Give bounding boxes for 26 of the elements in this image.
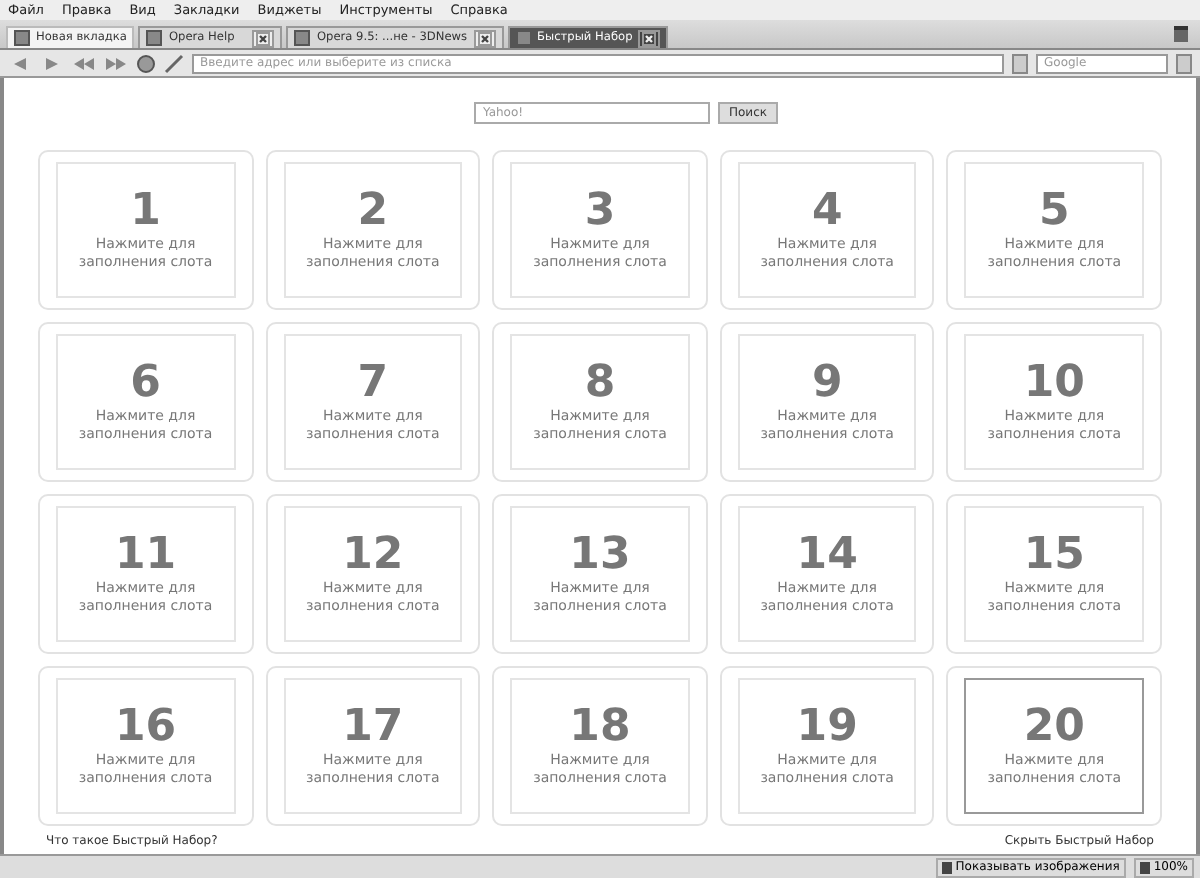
close-icon[interactable] — [473, 29, 496, 47]
reload-icon[interactable] — [136, 53, 156, 73]
slot-number: 7 — [357, 360, 389, 408]
slot-number: 9 — [811, 360, 843, 408]
slot-number: 3 — [584, 188, 616, 236]
pen-icon[interactable] — [164, 53, 184, 73]
close-icon[interactable] — [252, 29, 275, 47]
slot-number: 1 — [130, 188, 161, 236]
slot-number: 17 — [342, 704, 404, 752]
slot-number: 12 — [342, 532, 404, 580]
close-icon[interactable] — [638, 29, 661, 47]
slot-number: 11 — [114, 532, 177, 580]
slot-number: 8 — [584, 360, 616, 408]
slot-number: 19 — [796, 704, 858, 752]
slot-number: 15 — [1023, 532, 1085, 580]
slot-number: 6 — [130, 360, 161, 408]
image-icon — [941, 861, 952, 873]
slot-number: 13 — [569, 532, 631, 580]
slot-number: 5 — [1039, 188, 1070, 236]
slot-number: 16 — [114, 704, 177, 752]
slot-number: 20 — [1023, 704, 1085, 752]
slot-number: 4 — [811, 188, 843, 236]
slot-number: 10 — [1023, 360, 1085, 408]
slot-number: 14 — [796, 532, 858, 580]
slot-number: 2 — [357, 188, 389, 236]
slot-number: 18 — [569, 704, 631, 752]
